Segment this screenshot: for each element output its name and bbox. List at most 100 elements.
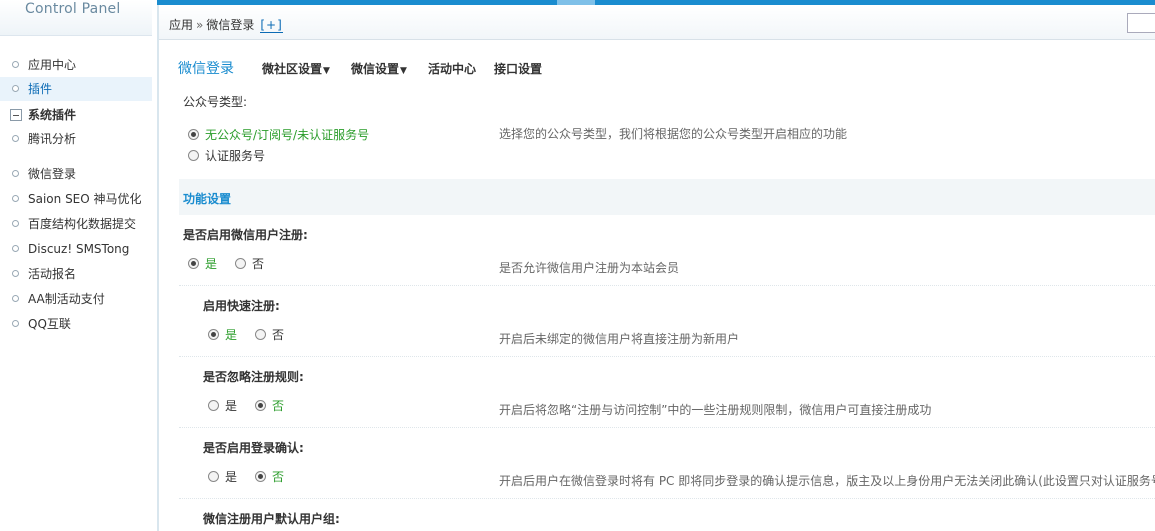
nav-item-label: 微社区设置 (262, 62, 323, 76)
nav-item-api-settings[interactable]: 接口设置 (494, 60, 542, 77)
sidebar-item-app-center[interactable]: 应用中心 (0, 53, 152, 77)
row-divider (179, 285, 1155, 286)
breadcrumb-root[interactable]: 应用 (169, 18, 193, 32)
radio-selected-icon[interactable] (255, 400, 266, 411)
row-divider (179, 498, 1155, 499)
top-bar: 应用» 微信登录 [+] (159, 5, 1155, 40)
option-label: 认证服务号 (205, 149, 266, 163)
bullet-icon (12, 245, 19, 252)
radio-selected-icon[interactable] (188, 258, 199, 269)
setting-quick-registration-no[interactable]: 否 (255, 326, 284, 343)
account-type-option-subscription[interactable]: 无公众号/订阅号/未认证服务号 (188, 126, 369, 143)
row-divider (179, 356, 1155, 357)
radio-icon[interactable] (188, 150, 199, 161)
sidebar-item-event-signup[interactable]: 活动报名 (0, 262, 152, 286)
nav-item-label: 接口设置 (494, 62, 543, 76)
main-content: 微信登录 微社区设置▼ 微信设置▼ 活动中心 接口设置 公众号类型: 无公众号/… (159, 41, 1155, 531)
sidebar-item-label: 微信登录 (28, 167, 77, 181)
option-label: 否 (272, 399, 285, 413)
sidebar-item-label: 百度结构化数据提交 (28, 217, 137, 231)
bullet-icon (12, 170, 19, 177)
bullet-icon (12, 220, 19, 227)
search-input[interactable] (1127, 13, 1155, 33)
option-label: 无公众号/订阅号/未认证服务号 (205, 128, 370, 142)
nav-item-label: 活动中心 (428, 62, 477, 76)
setting-hint: 开启后用户在微信登录时将有 PC 即将同步登录的确认提示信息，版主及以上身份用户… (499, 474, 1155, 488)
sidebar-item-label: 插件 (28, 82, 53, 96)
plugin-nav: 微信登录 微社区设置▼ 微信设置▼ 活动中心 接口设置 (159, 41, 1155, 85)
caret-down-icon: ▼ (400, 66, 407, 76)
sidebar-item-label: Discuz! SMSTong (28, 242, 130, 256)
breadcrumb-current: 微信登录 (206, 18, 255, 32)
account-type-option-verified[interactable]: 认证服务号 (188, 147, 265, 164)
section-title: 功能设置 (183, 192, 232, 206)
bullet-icon (12, 295, 19, 302)
setting-login-confirm-no[interactable]: 否 (255, 468, 284, 485)
radio-icon[interactable] (208, 400, 219, 411)
setting-hint: 开启后未绑定的微信用户将直接注册为新用户 (499, 332, 740, 346)
sidebar-item-qq-connect[interactable]: QQ互联 (0, 312, 152, 336)
setting-hint: 是否允许微信用户注册为本站会员 (499, 261, 680, 275)
setting-enable-registration-yes[interactable]: 是 (188, 255, 217, 272)
account-type-hint: 选择您的公众号类型，我们将根据您的公众号类型开启相应的功能 (499, 127, 848, 141)
radio-icon[interactable] (255, 329, 266, 340)
sidebar-group-system-plugins[interactable]: 系统插件 (0, 104, 152, 126)
setting-label: 启用快速注册: (203, 299, 280, 313)
sidebar-group-label: 系统插件 (28, 108, 77, 122)
nav-item-wechat-settings[interactable]: 微信设置▼ (351, 60, 407, 77)
sidebar-item-label: Saion SEO 神马优化 (28, 192, 142, 206)
nav-item-community-settings[interactable]: 微社区设置▼ (262, 60, 330, 77)
radio-selected-icon[interactable] (208, 329, 219, 340)
setting-label: 是否忽略注册规则: (203, 370, 304, 384)
breadcrumb-separator: » (196, 18, 204, 32)
radio-icon[interactable] (235, 258, 246, 269)
setting-label: 微信注册用户默认用户组: (203, 512, 340, 526)
section-header: 功能设置 (179, 179, 1155, 215)
sidebar-item-plugins[interactable]: 插件 (0, 77, 152, 101)
radio-selected-icon[interactable] (255, 471, 266, 482)
sidebar-item-label: 应用中心 (28, 58, 77, 72)
option-label: 否 (252, 257, 265, 271)
option-label: 否 (272, 328, 285, 342)
caret-down-icon: ▼ (323, 66, 330, 76)
setting-hint: 开启后将忽略“注册与访问控制”中的一些注册规则限制，微信用户可直接注册成功 (499, 403, 932, 417)
logo: Control Panel (0, 0, 152, 36)
option-label: 是 (225, 470, 238, 484)
bullet-icon (12, 135, 19, 142)
setting-login-confirm-yes[interactable]: 是 (208, 468, 237, 485)
sidebar-item-saion-seo[interactable]: Saion SEO 神马优化 (0, 187, 152, 211)
sidebar-item-aa-payment[interactable]: AA制活动支付 (0, 287, 152, 311)
row-divider (179, 427, 1155, 428)
bullet-icon (12, 61, 19, 68)
setting-label: 是否启用登录确认: (203, 441, 304, 455)
setting-ignore-rules-yes[interactable]: 是 (208, 397, 237, 414)
bullet-icon (12, 320, 19, 327)
setting-enable-registration-no[interactable]: 否 (235, 255, 264, 272)
sidebar-item-label: 活动报名 (28, 267, 77, 281)
nav-item-label: 微信设置 (351, 62, 400, 76)
collapse-icon[interactable] (10, 109, 22, 121)
sidebar-item-label: QQ互联 (28, 317, 71, 331)
setting-label: 是否启用微信用户注册: (183, 228, 308, 242)
sidebar-item-tencent-analytics[interactable]: 腾讯分析 (0, 127, 152, 151)
setting-ignore-rules-no[interactable]: 否 (255, 397, 284, 414)
bullet-icon (12, 85, 19, 92)
add-shortcut-link[interactable]: [+] (260, 18, 283, 33)
bullet-icon (12, 270, 19, 277)
nav-item-activity-center[interactable]: 活动中心 (428, 60, 476, 77)
sidebar-item-wechat-login[interactable]: 微信登录 (0, 162, 152, 186)
sidebar-item-smstong[interactable]: Discuz! SMSTong (0, 237, 152, 261)
option-label: 是 (225, 399, 238, 413)
sidebar-item-label: AA制活动支付 (28, 292, 105, 306)
setting-quick-registration-yes[interactable]: 是 (208, 326, 237, 343)
breadcrumb: 应用» 微信登录 [+] (169, 16, 283, 33)
option-label: 是 (225, 328, 238, 342)
radio-selected-icon[interactable] (188, 129, 199, 140)
option-label: 是 (205, 257, 218, 271)
account-type-label: 公众号类型: (183, 95, 248, 109)
radio-icon[interactable] (208, 471, 219, 482)
nav-title: 微信登录 (178, 61, 234, 77)
sidebar: Control Panel 应用中心 插件 系统插件 腾讯分析 微信登录 Sai… (0, 0, 157, 531)
sidebar-item-baidu-structured-data[interactable]: 百度结构化数据提交 (0, 212, 152, 236)
logo-text: Control Panel (25, 1, 121, 17)
